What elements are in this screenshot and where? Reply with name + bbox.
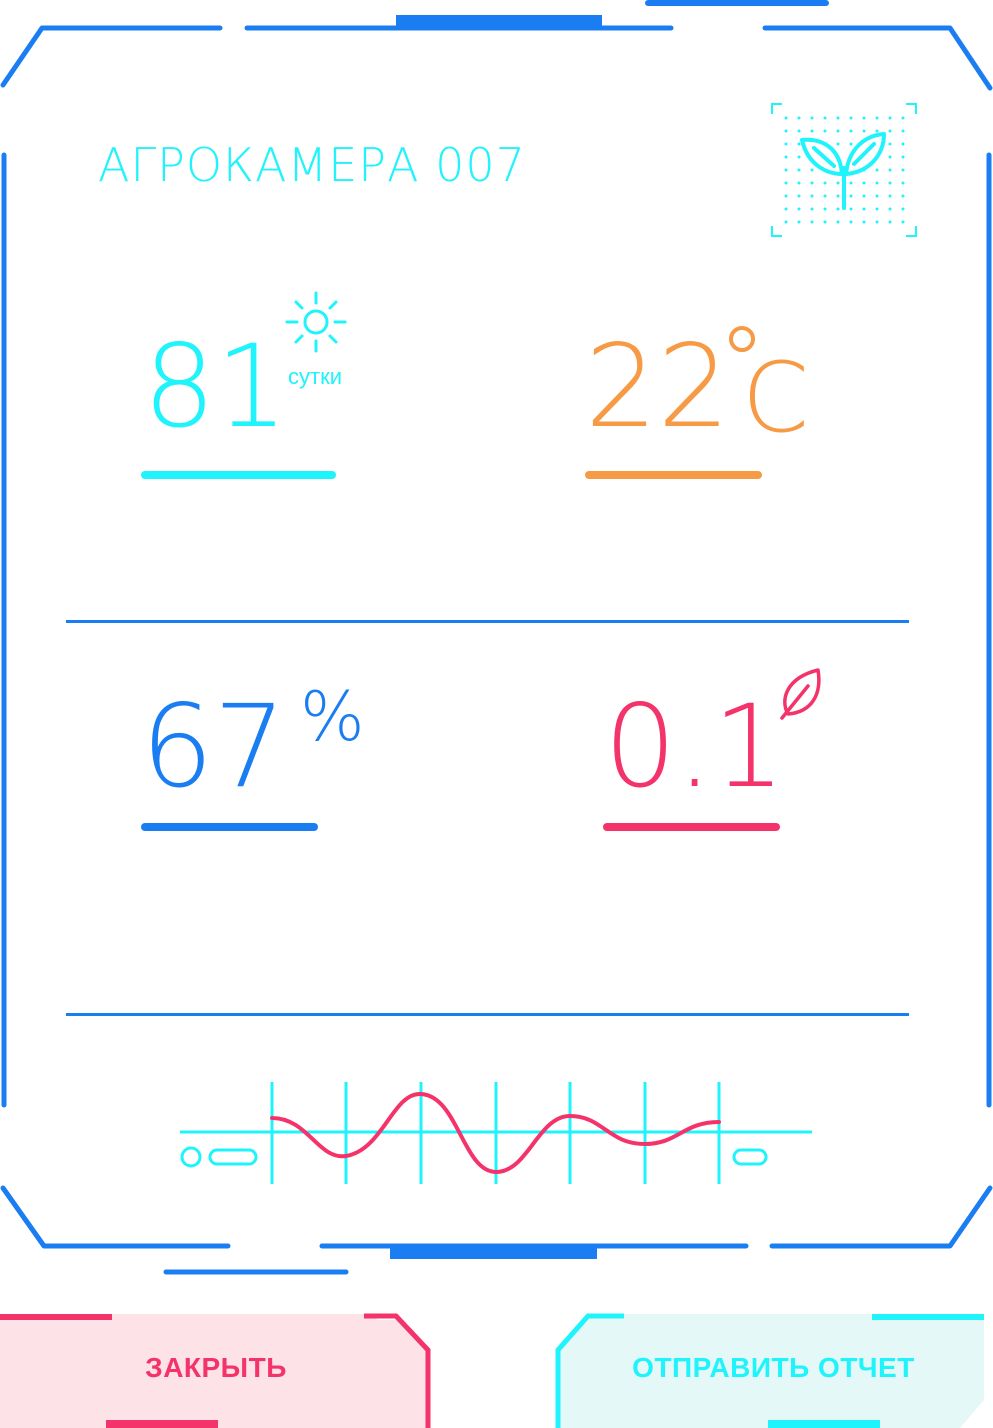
grid-dot <box>836 116 840 120</box>
waveform-graphic <box>180 1082 812 1184</box>
co2-underline <box>603 823 780 831</box>
grid-dot <box>810 181 814 185</box>
grid-dot <box>797 207 801 211</box>
grid-dot <box>810 116 814 120</box>
grid-dot <box>823 116 827 120</box>
grid-dot <box>901 220 905 224</box>
grid-dot <box>823 129 827 133</box>
grid-dot <box>888 116 892 120</box>
grid-dot <box>862 220 866 224</box>
grid-dot <box>888 220 892 224</box>
grid-dot <box>836 142 840 146</box>
grid-dot <box>810 168 814 172</box>
grid-dot <box>810 220 814 224</box>
close-button[interactable]: ЗАКРЫТЬ <box>0 1312 432 1428</box>
grid-dot <box>875 194 879 198</box>
leaf-icon <box>780 668 821 720</box>
grid-dot <box>849 194 853 198</box>
grid-dot <box>901 168 905 172</box>
section-divider <box>66 1013 909 1016</box>
grid-dot <box>875 168 879 172</box>
humidity-unit: % <box>300 678 365 757</box>
grid-dot <box>797 181 801 185</box>
grid-dot <box>810 207 814 211</box>
grid-dot <box>797 194 801 198</box>
grid-dot <box>901 207 905 211</box>
grid-dot <box>888 142 892 146</box>
grid-dot <box>875 116 879 120</box>
co2-value: 0.1 <box>604 680 786 813</box>
grid-dot <box>849 142 853 146</box>
grid-dot <box>862 181 866 185</box>
grid-dot <box>784 129 788 133</box>
grid-dot <box>784 168 788 172</box>
grid-dot <box>836 207 840 211</box>
grid-dot <box>849 129 853 133</box>
grid-dot <box>875 181 879 185</box>
grid-dot <box>797 220 801 224</box>
grid-dot <box>901 116 905 120</box>
sun-icon <box>285 291 347 353</box>
grid-dot <box>823 194 827 198</box>
grid-dot <box>849 220 853 224</box>
grid-dot <box>784 155 788 159</box>
grid-dot <box>901 155 905 159</box>
grid-dot <box>888 168 892 172</box>
grid-dot <box>797 168 801 172</box>
days-underline <box>141 471 336 479</box>
grid-dot <box>862 194 866 198</box>
grid-dot <box>784 142 788 146</box>
temperature-value: 22 <box>585 320 731 453</box>
grid-dot <box>836 220 840 224</box>
send-button-label: ОТПРАВИТЬ ОТЧЕТ <box>632 1352 915 1383</box>
grid-dot <box>784 116 788 120</box>
grid-dot <box>810 129 814 133</box>
grid-dot <box>836 181 840 185</box>
grid-dot <box>797 129 801 133</box>
grid-dot <box>901 142 905 146</box>
temperature-unit: C <box>742 342 810 454</box>
grid-dot <box>784 220 788 224</box>
grid-dot <box>888 129 892 133</box>
grid-dot <box>836 194 840 198</box>
close-button-label: ЗАКРЫТЬ <box>145 1352 287 1383</box>
grid-dot <box>823 181 827 185</box>
grid-dot <box>784 194 788 198</box>
grid-dot <box>862 207 866 211</box>
grid-dot <box>888 194 892 198</box>
grid-dot <box>784 181 788 185</box>
grid-dot <box>888 155 892 159</box>
grid-dot <box>875 129 879 133</box>
grid-dot <box>849 116 853 120</box>
grid-dot <box>901 181 905 185</box>
grid-dot <box>901 194 905 198</box>
page-title: АГРОКАМЕРА 007 <box>98 138 526 192</box>
days-unit: сутки <box>288 364 342 389</box>
grid-dot <box>784 207 788 211</box>
grid-dot <box>888 207 892 211</box>
grid-dot <box>849 181 853 185</box>
grid-dot <box>901 129 905 133</box>
grid-dot <box>810 194 814 198</box>
days-value: 81 <box>143 320 289 453</box>
section-divider <box>66 620 909 623</box>
grid-dot <box>823 207 827 211</box>
humidity-value: 67 <box>141 680 287 813</box>
grid-dot <box>797 142 801 146</box>
plant-camera-icon <box>771 103 917 237</box>
grid-dot <box>875 207 879 211</box>
grid-dot <box>888 181 892 185</box>
send-report-button[interactable]: ОТПРАВИТЬ ОТЧЕТ <box>554 1312 993 1428</box>
temperature-underline <box>585 471 762 479</box>
grid-dot <box>875 220 879 224</box>
grid-dot <box>797 116 801 120</box>
grid-dot <box>797 155 801 159</box>
grid-dot <box>823 220 827 224</box>
grid-dot <box>836 129 840 133</box>
humidity-underline <box>141 823 318 831</box>
grid-dot <box>862 116 866 120</box>
grid-dot <box>862 129 866 133</box>
grid-dot <box>849 207 853 211</box>
